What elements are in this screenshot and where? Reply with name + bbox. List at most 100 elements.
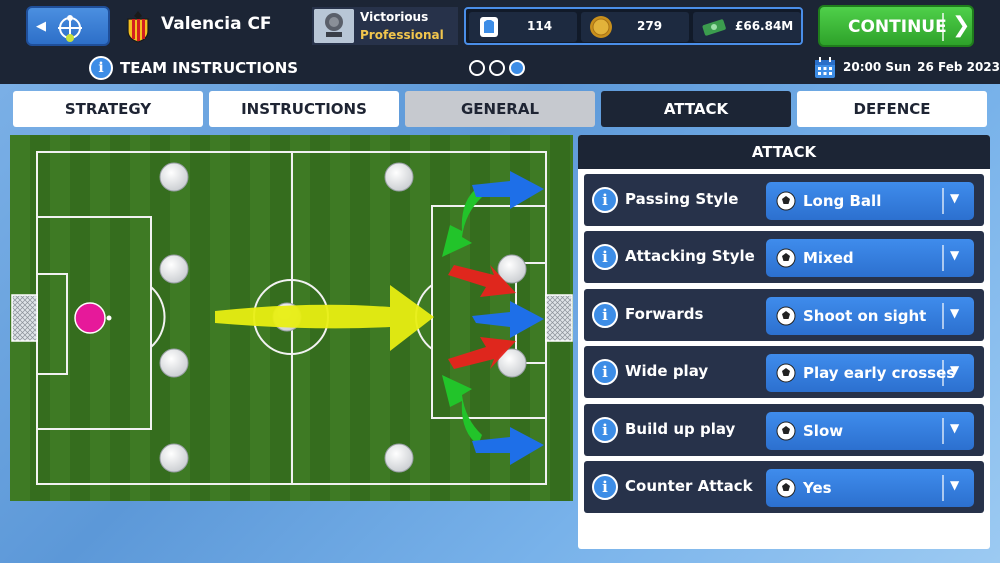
shirt-token-count: 114 bbox=[527, 19, 553, 33]
top-bar: ◀ Valencia CF Victorious Professional 11… bbox=[0, 0, 1000, 52]
shirt-token-icon bbox=[480, 17, 498, 37]
info-icon[interactable]: i bbox=[592, 187, 618, 213]
dropdown-value: Mixed bbox=[803, 249, 854, 267]
tab-attack[interactable]: ATTACK bbox=[601, 91, 791, 127]
football-icon bbox=[776, 478, 796, 498]
page-dot-2[interactable] bbox=[489, 60, 505, 76]
cash-icon bbox=[702, 19, 726, 36]
info-icon[interactable]: i bbox=[89, 56, 113, 80]
chevron-right-icon: ❯ bbox=[952, 13, 971, 38]
continue-button[interactable]: CONTINUE ❯ bbox=[818, 5, 974, 47]
tab-strategy[interactable]: STRATEGY bbox=[13, 91, 203, 127]
setting-label: Wide play bbox=[625, 362, 709, 380]
info-icon[interactable]: i bbox=[592, 244, 618, 270]
info-icon[interactable]: i bbox=[592, 302, 618, 328]
setting-row-build-up-play: i Build up play Slow ▼ bbox=[584, 404, 984, 456]
page-dot-1[interactable] bbox=[469, 60, 485, 76]
setting-label: Forwards bbox=[625, 305, 704, 323]
resource-shirt-tokens[interactable]: 114 bbox=[469, 12, 577, 42]
dropdown-divider bbox=[942, 303, 944, 329]
info-icon[interactable]: i bbox=[592, 474, 618, 500]
dropdown-divider bbox=[942, 475, 944, 501]
chevron-down-icon: ▼ bbox=[950, 306, 960, 320]
setting-label: Passing Style bbox=[625, 190, 739, 208]
manager-profile[interactable]: Victorious Professional bbox=[312, 7, 458, 45]
tactics-pitch bbox=[10, 135, 573, 501]
football-icon bbox=[776, 363, 796, 383]
counter-attack-dropdown[interactable]: Yes ▼ bbox=[766, 469, 974, 507]
resources-bar: 114 279 £66.84M bbox=[464, 7, 803, 45]
player-marker[interactable] bbox=[159, 348, 189, 378]
gold-coin-icon bbox=[590, 16, 612, 38]
manager-level: Professional bbox=[360, 28, 444, 42]
player-marker[interactable] bbox=[159, 254, 189, 284]
setting-label: Attacking Style bbox=[625, 247, 755, 265]
game-date: 26 Feb 2023 bbox=[917, 60, 1000, 74]
continue-divider bbox=[942, 13, 944, 41]
calendar-icon bbox=[815, 57, 835, 78]
football-icon bbox=[776, 421, 796, 441]
setting-row-wide-play: i Wide play Play early crosses ▼ bbox=[584, 346, 984, 398]
valencia-crest-icon bbox=[127, 11, 149, 43]
chevron-down-icon: ▼ bbox=[950, 248, 960, 262]
dropdown-divider bbox=[942, 418, 944, 444]
game-time: 20:00 Sun bbox=[843, 60, 912, 74]
setting-label: Counter Attack bbox=[625, 477, 753, 495]
sub-header: i TEAM INSTRUCTIONS 20:00 Sun 26 Feb 2023 bbox=[0, 52, 1000, 84]
setting-row-attacking-style: i Attacking Style Mixed ▼ bbox=[584, 231, 984, 283]
player-marker[interactable] bbox=[384, 162, 414, 192]
dropdown-value: Yes bbox=[803, 479, 832, 497]
player-marker[interactable] bbox=[159, 162, 189, 192]
manager-trophy-icon bbox=[314, 9, 354, 43]
chevron-down-icon: ▼ bbox=[950, 191, 960, 205]
game-datetime: 20:00 Sun 26 Feb 2023 bbox=[843, 60, 1000, 74]
cash-balance: £66.84M bbox=[735, 19, 794, 33]
back-button[interactable]: ◀ bbox=[26, 6, 110, 46]
club-name: Valencia CF bbox=[161, 14, 272, 34]
page-indicator bbox=[469, 60, 529, 80]
football-icon bbox=[776, 248, 796, 268]
setting-label: Build up play bbox=[625, 420, 736, 438]
tactics-board-icon bbox=[58, 15, 82, 42]
page-title: TEAM INSTRUCTIONS bbox=[120, 59, 299, 77]
info-icon[interactable]: i bbox=[592, 417, 618, 443]
left-goal bbox=[11, 294, 38, 342]
chevron-down-icon: ▼ bbox=[950, 421, 960, 435]
chevron-down-icon: ▼ bbox=[950, 363, 960, 377]
panel-title: ATTACK bbox=[578, 135, 990, 169]
build-up-play-dropdown[interactable]: Slow ▼ bbox=[766, 412, 974, 450]
tab-defence[interactable]: DEFENCE bbox=[797, 91, 987, 127]
football-icon bbox=[776, 191, 796, 211]
dropdown-divider bbox=[942, 245, 944, 271]
tab-general[interactable]: GENERAL bbox=[405, 91, 595, 127]
setting-row-passing-style: i Passing Style Long Ball ▼ bbox=[584, 174, 984, 226]
attacking-style-dropdown[interactable]: Mixed ▼ bbox=[766, 239, 974, 277]
dropdown-value: Play early crosses bbox=[803, 364, 956, 382]
page-dot-3[interactable] bbox=[509, 60, 525, 76]
resource-cash[interactable]: £66.84M bbox=[693, 12, 801, 42]
chevron-down-icon: ▼ bbox=[950, 478, 960, 492]
dropdown-divider bbox=[942, 188, 944, 214]
manager-reputation: Victorious bbox=[360, 10, 429, 24]
chevron-left-icon: ◀ bbox=[36, 19, 46, 34]
player-marker[interactable] bbox=[159, 443, 189, 473]
dropdown-value: Shoot on sight bbox=[803, 307, 927, 325]
goalkeeper-marker[interactable] bbox=[74, 302, 106, 334]
dropdown-value: Slow bbox=[803, 422, 844, 440]
tab-instructions[interactable]: INSTRUCTIONS bbox=[209, 91, 399, 127]
attack-settings-panel: ATTACK i Passing Style Long Ball ▼ i Att… bbox=[578, 135, 990, 549]
continue-label: CONTINUE bbox=[848, 17, 947, 37]
dropdown-divider bbox=[942, 360, 944, 386]
info-icon[interactable]: i bbox=[592, 359, 618, 385]
dropdown-value: Long Ball bbox=[803, 192, 882, 210]
passing-style-dropdown[interactable]: Long Ball ▼ bbox=[766, 182, 974, 220]
football-icon bbox=[776, 306, 796, 326]
setting-row-counter-attack: i Counter Attack Yes ▼ bbox=[584, 461, 984, 513]
setting-row-forwards: i Forwards Shoot on sight ▼ bbox=[584, 289, 984, 341]
right-goal bbox=[545, 294, 573, 342]
gold-coin-count: 279 bbox=[637, 19, 663, 33]
resource-gold-coins[interactable]: 279 bbox=[581, 12, 689, 42]
forwards-dropdown[interactable]: Shoot on sight ▼ bbox=[766, 297, 974, 335]
player-marker[interactable] bbox=[384, 443, 414, 473]
wide-play-dropdown[interactable]: Play early crosses ▼ bbox=[766, 354, 974, 392]
